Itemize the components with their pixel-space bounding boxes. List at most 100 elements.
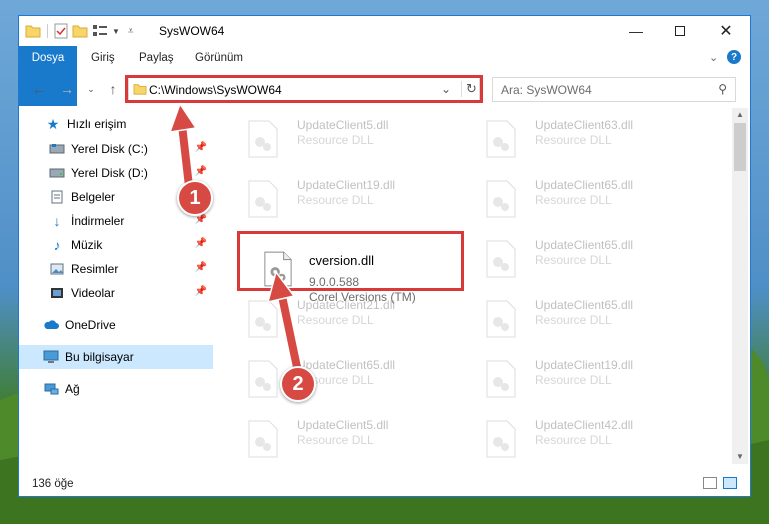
forward-button[interactable]: →	[57, 80, 77, 98]
sidebar-item-videos[interactable]: Videolar 📌	[19, 281, 213, 305]
sidebar-item-this-pc[interactable]: Bu bilgisayar	[19, 345, 213, 369]
file-item[interactable]: UpdateClient65.dll Resource DLL	[471, 228, 701, 288]
sidebar-item-label: OneDrive	[65, 318, 116, 332]
scroll-thumb[interactable]	[734, 123, 746, 171]
dll-file-icon	[248, 180, 278, 218]
recent-locations-button[interactable]: ⌄	[81, 80, 101, 98]
file-item[interactable]: UpdateClient19.dll Resource DLL	[233, 168, 463, 228]
ribbon-expand-icon[interactable]: ⌄	[709, 51, 718, 64]
file-item[interactable]: UpdateClient65.dll Resource DLL	[471, 288, 701, 348]
pictures-icon	[49, 261, 65, 277]
details-view-icon[interactable]	[703, 477, 717, 489]
dll-file-icon	[486, 120, 516, 158]
star-icon: ★	[46, 115, 60, 132]
ribbon-tabs: Dosya Giriş Paylaş Görünüm ⌄ ?	[19, 46, 750, 106]
close-icon: ✕	[719, 23, 733, 40]
tab-home[interactable]: Giriş	[79, 46, 127, 70]
tab-view[interactable]: Görünüm	[183, 46, 255, 70]
sidebar-item-label: İndirmeler	[71, 214, 125, 228]
computer-icon	[43, 349, 59, 365]
drive-icon	[49, 165, 65, 181]
sidebar-item-label: Resimler	[71, 262, 119, 276]
qat-dropdown-icon[interactable]: ⩡	[128, 26, 134, 37]
maximize-button[interactable]	[657, 16, 703, 46]
file-name: UpdateClient5.dll	[297, 418, 389, 432]
file-item[interactable]: UpdateClient5.dll Resource DLL	[233, 408, 463, 464]
callout-badge-two: 2	[280, 366, 316, 402]
minimize-button[interactable]: —	[613, 16, 659, 46]
callout-badge-one: 1	[177, 180, 213, 216]
network-icon	[43, 381, 59, 397]
title-bar: ▼ ⩡ SysWOW64 — ✕	[19, 16, 750, 46]
file-item[interactable]: UpdateClient63.dll Resource DLL	[471, 108, 701, 168]
minimize-icon: —	[629, 23, 643, 39]
help-icon[interactable]: ?	[727, 50, 741, 64]
status-bar: 136 öğe	[19, 472, 750, 496]
download-icon: ↓	[53, 213, 61, 229]
address-highlight-box	[125, 75, 483, 103]
file-description: Resource DLL	[535, 133, 612, 147]
item-count: 136 öğe	[32, 478, 74, 490]
folder-icon[interactable]	[25, 24, 41, 38]
file-item[interactable]: UpdateClient5.dll Resource DLL	[233, 108, 463, 168]
pin-icon: 📌	[194, 286, 207, 297]
document-icon	[49, 189, 65, 205]
file-description: Resource DLL	[297, 193, 374, 207]
sidebar-item-pictures[interactable]: Resimler 📌	[19, 257, 213, 281]
sidebar-item-onedrive[interactable]: OneDrive	[19, 313, 213, 337]
quick-access-toolbar: ▼ ⩡	[25, 22, 134, 40]
up-button[interactable]: ↑	[103, 80, 123, 98]
search-box[interactable]: Ara: SysWOW64 ⚲	[492, 77, 736, 102]
address-row: ← → ⌄ ↑ C:\Windows\SysWOW64 ⌄ ↻ Ara: Sys…	[19, 74, 750, 104]
file-item[interactable]: UpdateClient65.dll Resource DLL	[471, 168, 701, 228]
file-description: Resource DLL	[535, 253, 612, 267]
search-icon: ⚲	[718, 82, 727, 96]
file-description: Resource DLL	[535, 313, 612, 327]
pin-icon: 📌	[194, 262, 207, 273]
maximize-icon	[675, 26, 685, 36]
customize-view-icon[interactable]	[92, 24, 108, 38]
dll-file-icon	[486, 240, 516, 278]
arrow-right-icon: →	[60, 81, 74, 97]
file-description: Resource DLL	[535, 433, 612, 447]
file-description: Resource DLL	[535, 373, 612, 387]
arrow-up-icon: ↑	[109, 81, 117, 97]
scroll-up-icon[interactable]: ▲	[736, 110, 744, 119]
sidebar-item-music[interactable]: ♪ Müzik 📌	[19, 233, 213, 257]
dll-file-icon	[486, 180, 516, 218]
scroll-down-icon[interactable]: ▼	[736, 452, 744, 461]
vertical-scrollbar[interactable]: ▲ ▼	[732, 108, 748, 464]
chevron-down-icon: ⌄	[87, 83, 95, 94]
dll-file-icon	[248, 120, 278, 158]
arrow-two-icon	[266, 270, 302, 373]
dll-file-icon	[486, 300, 516, 338]
close-button[interactable]: ✕	[703, 16, 749, 46]
file-item[interactable]: UpdateClient19.dll Resource DLL	[471, 348, 701, 408]
sidebar-item-label: Yerel Disk (D:)	[71, 166, 148, 180]
file-description: Resource DLL	[297, 133, 374, 147]
pin-icon: 📌	[194, 238, 207, 249]
new-folder-icon[interactable]	[72, 24, 88, 38]
music-icon: ♪	[53, 237, 61, 253]
properties-icon[interactable]	[54, 23, 68, 39]
file-name: UpdateClient19.dll	[297, 178, 396, 192]
file-name: UpdateClient19.dll	[535, 358, 634, 372]
tab-share[interactable]: Paylaş	[127, 46, 186, 70]
sidebar-item-label: Müzik	[71, 238, 103, 252]
cloud-icon	[43, 317, 59, 333]
chevron-down-icon[interactable]: ▼	[112, 27, 120, 36]
back-button[interactable]: ←	[29, 80, 49, 98]
video-icon	[49, 285, 65, 301]
sidebar-item-label: Bu bilgisayar	[65, 350, 134, 364]
sidebar-item-network[interactable]: Ağ	[19, 377, 213, 401]
file-name: UpdateClient65.dll	[535, 238, 634, 252]
tiles-view-icon[interactable]	[723, 477, 737, 489]
file-name: UpdateClient65.dll	[535, 178, 634, 192]
sidebar-item-label: Videolar	[71, 286, 115, 300]
dll-file-icon	[248, 420, 278, 458]
dll-file-icon	[486, 420, 516, 458]
file-name: UpdateClient65.dll	[535, 298, 634, 312]
sidebar-item-label: Ağ	[65, 382, 80, 396]
file-item[interactable]: UpdateClient42.dll Resource DLL	[471, 408, 701, 464]
file-name: UpdateClient42.dll	[535, 418, 634, 432]
